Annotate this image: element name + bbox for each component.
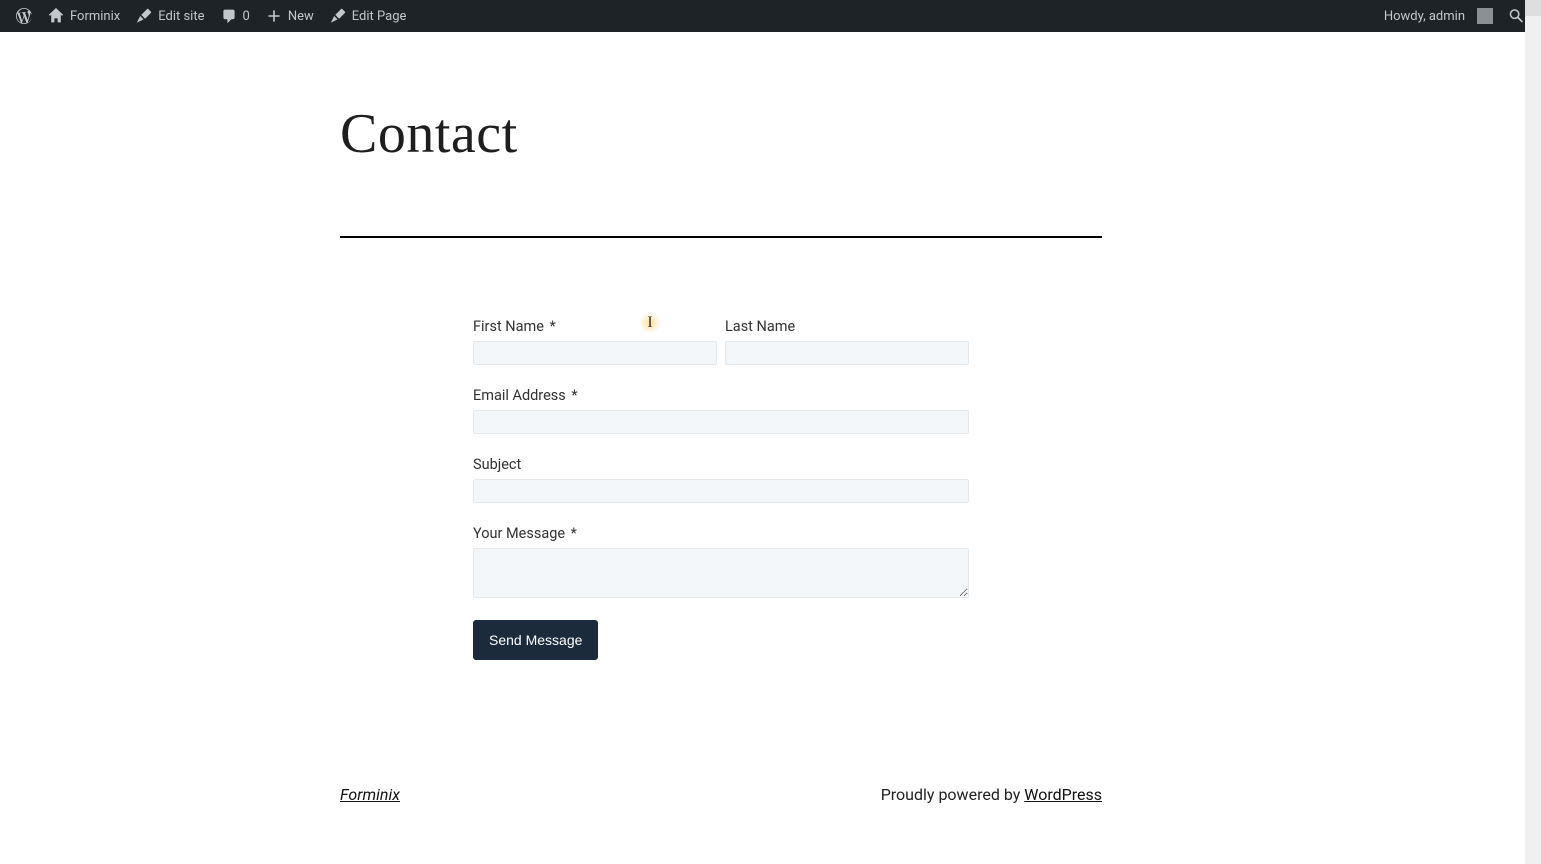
last-name-group: Last Name	[725, 318, 969, 365]
home-icon	[48, 8, 64, 24]
subject-group: Subject	[473, 456, 969, 503]
comment-icon	[221, 8, 237, 24]
subject-input[interactable]	[473, 479, 969, 503]
email-input[interactable]	[473, 410, 969, 434]
last-name-label: Last Name	[725, 318, 969, 335]
first-name-input[interactable]	[473, 341, 717, 365]
site-name-text: Forminix	[70, 9, 120, 24]
brush-icon	[136, 8, 152, 24]
wordpress-link[interactable]: WordPress	[1024, 785, 1102, 804]
footer-site-link[interactable]: Forminix	[340, 785, 400, 804]
wp-logo[interactable]	[8, 0, 40, 32]
email-group: Email Address *	[473, 387, 969, 434]
edit-site-link[interactable]: Edit site	[128, 0, 212, 32]
footer-credit: Proudly powered by WordPress	[881, 785, 1102, 804]
plus-icon	[266, 8, 282, 24]
new-link[interactable]: New	[258, 0, 322, 32]
message-label: Your Message *	[473, 525, 969, 542]
wp-admin-bar: Forminix Edit site 0 New Edit Page Howdy…	[0, 0, 1541, 32]
edit-page-link[interactable]: Edit Page	[322, 0, 415, 32]
content-inner: Contact First Name * Last Name Email Add…	[340, 102, 1102, 660]
comments-link[interactable]: 0	[213, 0, 258, 32]
submit-button[interactable]: Send Message	[473, 620, 598, 660]
page-title: Contact	[340, 102, 1102, 166]
edit-page-text: Edit Page	[352, 9, 407, 24]
new-text: New	[288, 9, 314, 24]
site-footer: Forminix Proudly powered by WordPress	[340, 785, 1102, 804]
email-label: Email Address *	[473, 387, 969, 404]
edit-site-text: Edit site	[158, 9, 204, 24]
name-row: First Name * Last Name	[473, 318, 969, 365]
comments-count: 0	[243, 9, 250, 24]
howdy-link[interactable]: Howdy, admin	[1376, 0, 1501, 32]
first-name-label: First Name *	[473, 318, 717, 335]
last-name-input[interactable]	[725, 341, 969, 365]
avatar	[1477, 8, 1493, 24]
subject-label: Subject	[473, 456, 969, 473]
first-name-group: First Name *	[473, 318, 717, 365]
site-name-link[interactable]: Forminix	[40, 0, 128, 32]
search-icon	[1509, 8, 1525, 24]
scroll-up-button[interactable]	[1525, 0, 1541, 16]
adminbar-left: Forminix Edit site 0 New Edit Page	[8, 0, 414, 32]
divider	[340, 236, 1102, 238]
wordpress-icon	[16, 8, 32, 24]
vertical-scrollbar[interactable]	[1525, 0, 1541, 864]
howdy-text: Howdy, admin	[1384, 9, 1465, 24]
pencil-icon	[330, 8, 346, 24]
contact-form: First Name * Last Name Email Address * S…	[473, 318, 969, 660]
message-textarea[interactable]	[473, 548, 969, 598]
adminbar-right: Howdy, admin	[1376, 0, 1533, 32]
content-area: Contact First Name * Last Name Email Add…	[0, 32, 1541, 660]
message-group: Your Message *	[473, 525, 969, 598]
